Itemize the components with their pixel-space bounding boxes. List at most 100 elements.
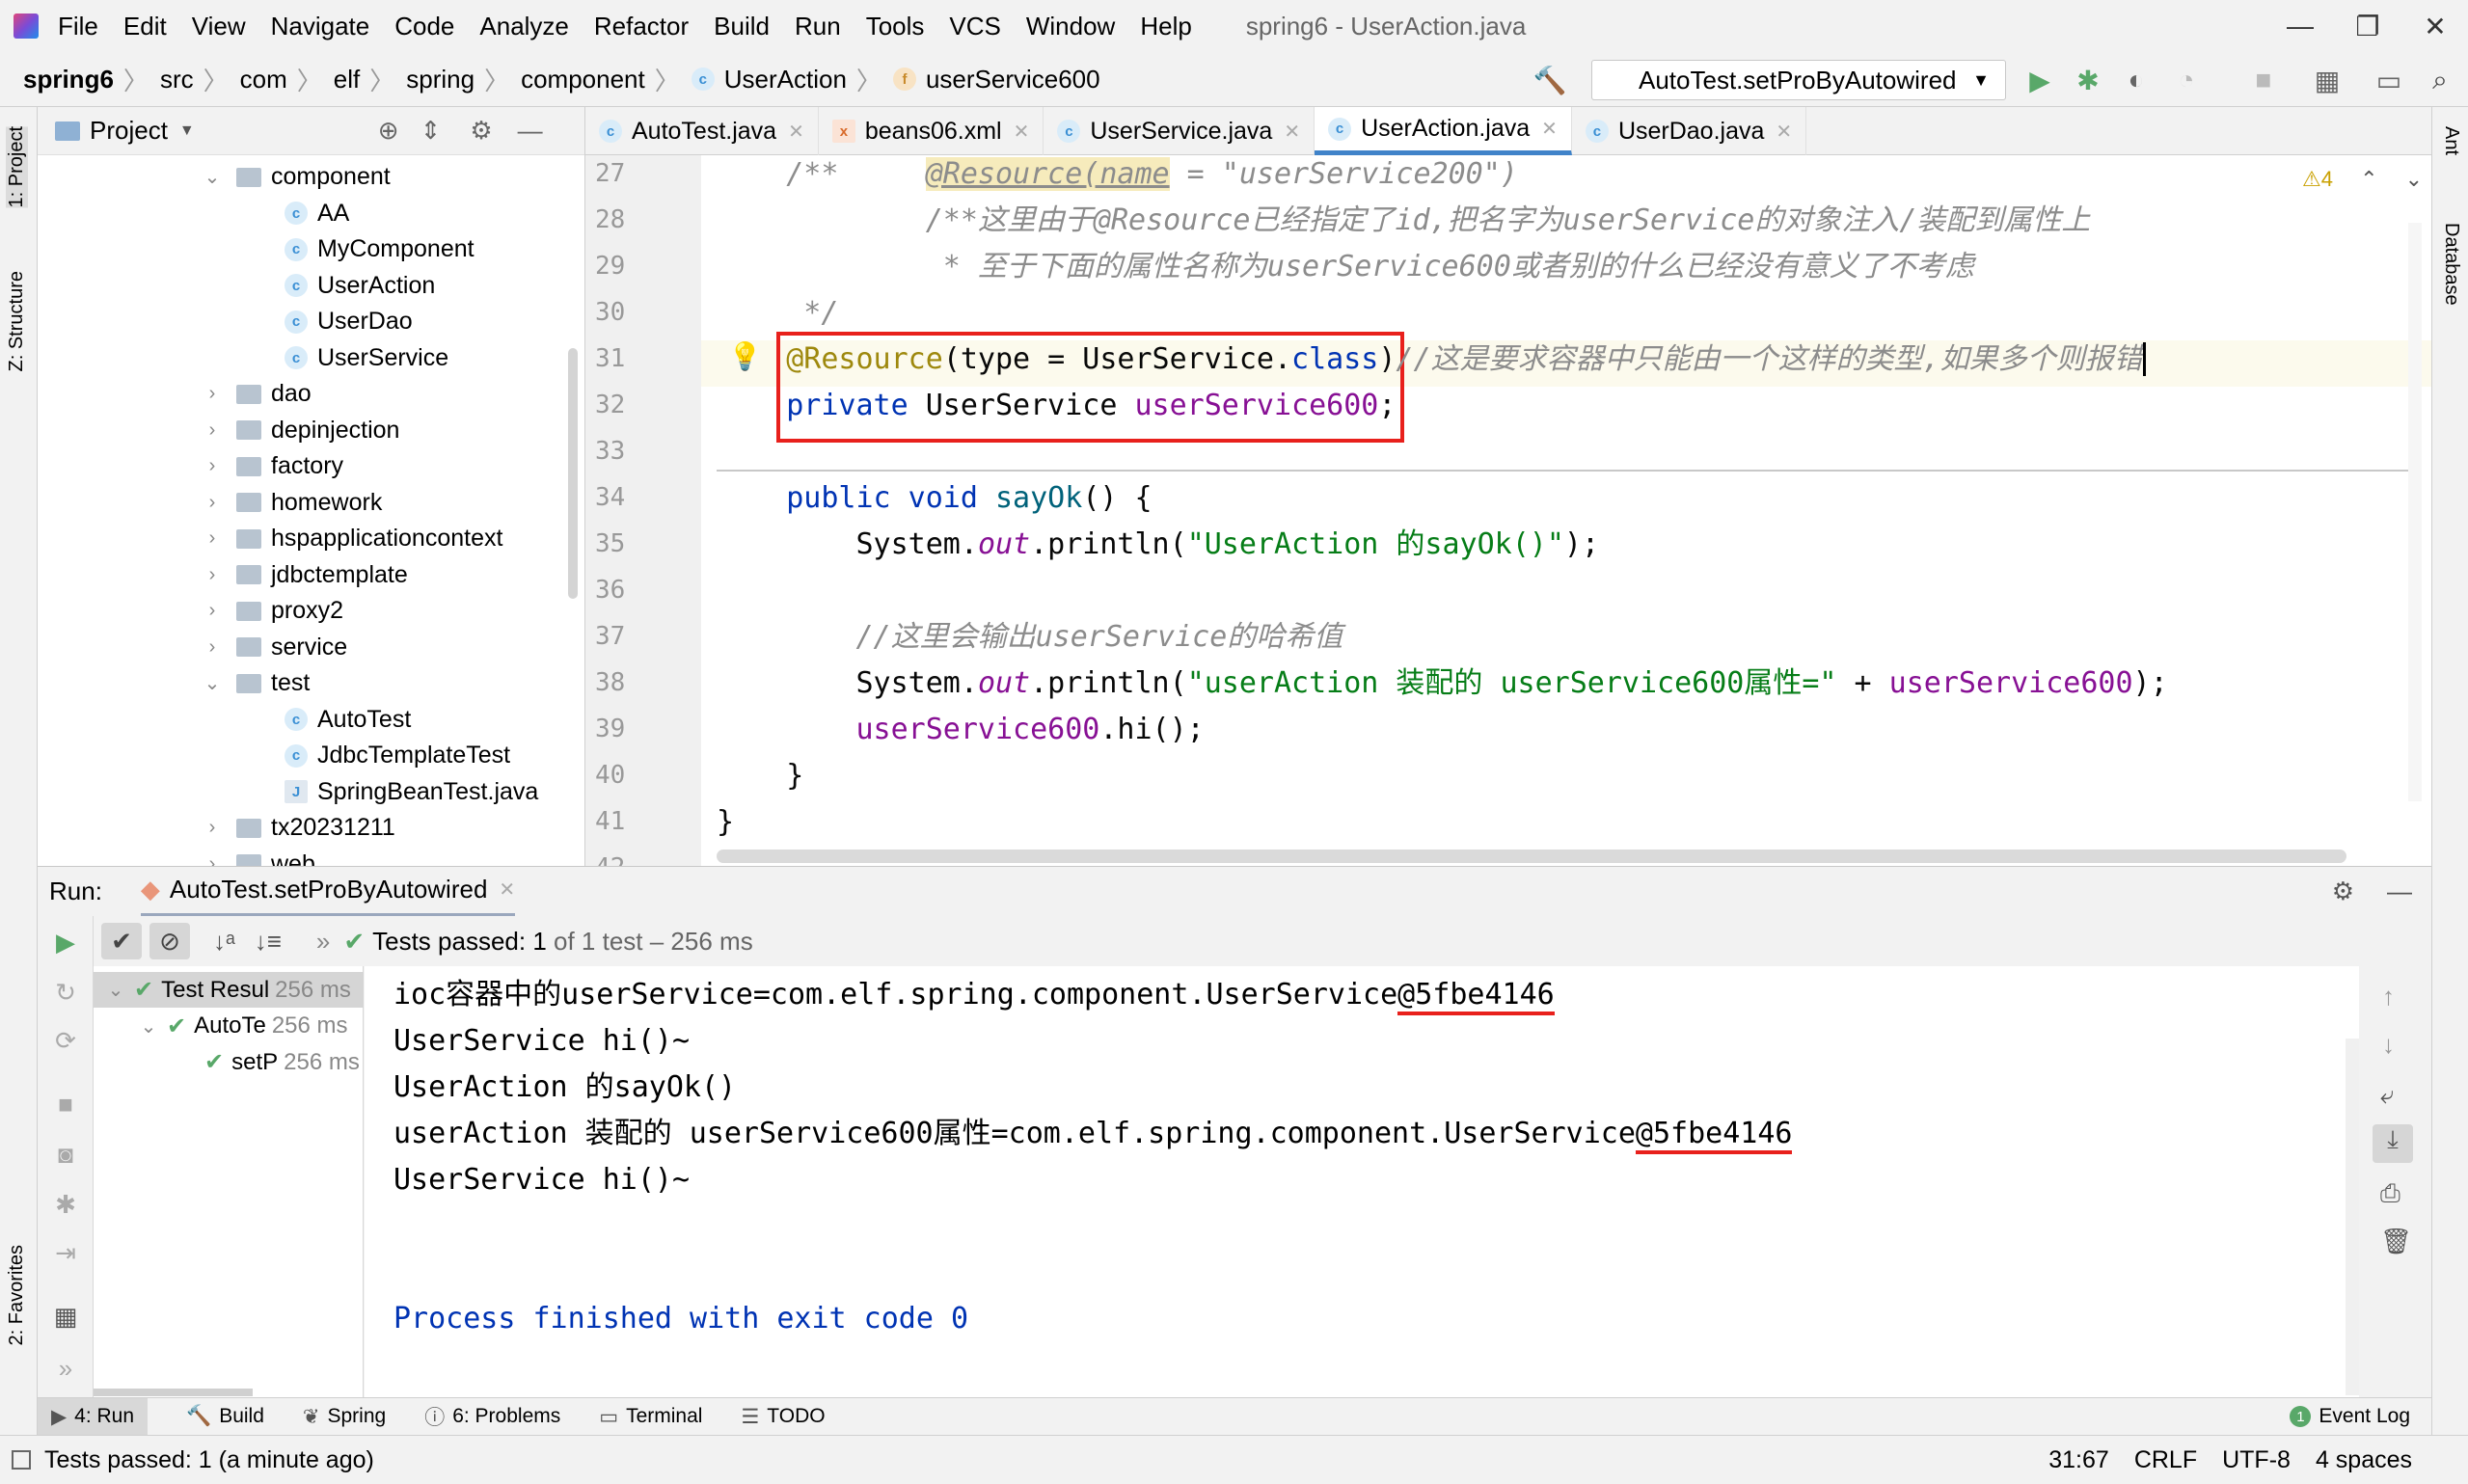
tree-item[interactable]: c AutoTest	[285, 702, 411, 738]
chevron-down-icon[interactable]: ⌄	[202, 165, 223, 189]
rerun-icon[interactable]: ▶	[51, 928, 80, 957]
tree-item[interactable]: J SpringBeanTest.java	[285, 774, 538, 810]
export-icon[interactable]: ⇥	[51, 1238, 80, 1267]
tree-item[interactable]: c MyComponent	[285, 231, 475, 267]
tree-item[interactable]: c AA	[285, 196, 349, 231]
tool-database[interactable]: Database	[2440, 223, 2462, 306]
breadcrumb-component[interactable]: component	[521, 65, 645, 94]
tab-useraction-java[interactable]: c UserAction.java ✕	[1315, 107, 1572, 155]
tab-userdao-java[interactable]: c UserDao.java ✕	[1572, 107, 1807, 155]
menu-help[interactable]: Help	[1140, 12, 1191, 41]
tree-item[interactable]: c UserDao	[285, 304, 413, 339]
chevron-right-icon[interactable]: ›	[202, 636, 223, 659]
tree-item[interactable]: ⌄ component	[202, 159, 391, 195]
horizontal-scrollbar[interactable]	[717, 850, 2346, 863]
test-tree-item[interactable]: ✔ setP 256 ms	[94, 1044, 360, 1080]
close-tab-icon[interactable]: ✕	[1541, 117, 1558, 141]
chevron-right-icon[interactable]: ›	[202, 419, 223, 442]
scroll-to-end-icon[interactable]: ⤓	[2373, 1124, 2413, 1163]
up-arrow-icon[interactable]: ↑	[2382, 982, 2395, 1012]
tree-item[interactable]: › depinjection	[202, 413, 400, 448]
tree-item[interactable]: ⌄ test	[202, 665, 311, 701]
search-icon[interactable]: ⌕	[2424, 64, 2456, 96]
gear-icon[interactable]: ⚙	[2332, 877, 2354, 906]
sort-alphabetically-icon[interactable]: ↓ᵃ	[213, 927, 235, 957]
tree-item[interactable]: › hspapplicationcontext	[202, 521, 503, 556]
tool-spring[interactable]: ❦ Spring	[303, 1405, 386, 1429]
test-tree-scrollbar[interactable]	[94, 1389, 253, 1396]
menu-view[interactable]: View	[192, 12, 246, 41]
menu-edit[interactable]: Edit	[123, 12, 167, 41]
tool-favorites[interactable]: 2: Favorites	[6, 1245, 28, 1345]
chevron-down-icon[interactable]: ⌄	[202, 671, 223, 695]
close-tab-icon[interactable]: ✕	[1014, 120, 1030, 144]
toggle-autotest-icon[interactable]: ⟳	[51, 1026, 80, 1055]
menu-analyze[interactable]: Analyze	[479, 12, 569, 41]
tool-problems[interactable]: ⓘ 6: Problems	[424, 1402, 560, 1431]
menu-navigate[interactable]: Navigate	[271, 12, 370, 41]
chevron-right-icon[interactable]: ›	[202, 455, 223, 477]
close-tab-icon[interactable]: ✕	[1284, 120, 1300, 144]
tab-autotest-java[interactable]: c AutoTest.java ✕	[585, 107, 819, 155]
tab-beans06-xml[interactable]: x beans06.xml ✕	[819, 107, 1044, 155]
collapse-all-icon[interactable]: ⇕	[420, 116, 442, 146]
menu-vcs[interactable]: VCS	[949, 12, 1000, 41]
chevron-right-icon[interactable]: ›	[202, 383, 223, 405]
more-icon[interactable]: »	[51, 1354, 80, 1383]
tree-item[interactable]: › jdbctemplate	[202, 557, 408, 593]
locate-icon[interactable]: ⊕	[378, 116, 399, 146]
rerun-failed-icon[interactable]: ↻	[51, 978, 80, 1007]
stop-icon[interactable]: ■	[51, 1090, 80, 1119]
tool-terminal[interactable]: ▭ Terminal	[599, 1405, 702, 1429]
close-tab-icon[interactable]: ✕	[788, 120, 804, 144]
tool-run[interactable]: ▶ 4: Run	[38, 1398, 149, 1435]
indent-setting[interactable]: 4 spaces	[2316, 1446, 2412, 1474]
previous-highlight-icon[interactable]: ⌃	[2360, 167, 2377, 191]
terminal-icon[interactable]: ▭	[2373, 64, 2405, 96]
warnings-indicator[interactable]: ⚠4 ⌃ ⌄	[2302, 167, 2423, 192]
code-editor[interactable]: 💡 ⚠4 ⌃ ⌄ 27 /** @Resource(name = "userSe…	[585, 155, 2431, 866]
close-window-button[interactable]: ✕	[2401, 0, 2468, 52]
breadcrumb-com[interactable]: com	[240, 65, 287, 94]
print-icon[interactable]: ⎙	[2380, 1178, 2400, 1209]
restore-button[interactable]: ❐	[2334, 0, 2401, 52]
tool-build[interactable]: 🔨 Build	[186, 1405, 264, 1428]
close-tab-icon[interactable]: ✕	[1776, 120, 1792, 144]
menu-build[interactable]: Build	[714, 12, 770, 41]
tree-item[interactable]: c UserService	[285, 340, 448, 376]
pin-icon[interactable]: ✱	[51, 1190, 80, 1219]
chevron-right-icon[interactable]: ›	[202, 564, 223, 586]
file-encoding[interactable]: UTF-8	[2222, 1446, 2291, 1474]
test-tree-item[interactable]: ⌄ ✔ AutoTe 256 ms	[94, 1009, 348, 1044]
hide-icon[interactable]: —	[518, 116, 543, 146]
toggle-tool-windows-icon[interactable]	[12, 1450, 31, 1470]
chevron-right-icon[interactable]: ›	[202, 492, 223, 514]
menu-window[interactable]: Window	[1026, 12, 1115, 41]
test-tree-item[interactable]: ⌄ ✔ Test Resul 256 ms	[94, 972, 364, 1008]
tree-item[interactable]: c JdbcTemplateTest	[285, 738, 510, 773]
chevron-down-icon[interactable]: ⌄	[105, 978, 126, 1002]
build-hammer-icon[interactable]: 🔨	[1533, 64, 1567, 96]
breadcrumb-elf[interactable]: elf	[334, 65, 360, 94]
line-separator[interactable]: CRLF	[2134, 1446, 2197, 1474]
tool-todo[interactable]: ☰ TODO	[741, 1405, 825, 1429]
menu-run[interactable]: Run	[795, 12, 841, 41]
tool-project[interactable]: 1: Project	[6, 126, 28, 208]
minimize-button[interactable]: —	[2266, 0, 2334, 52]
next-highlight-icon[interactable]: ⌄	[2405, 167, 2423, 191]
chevron-right-icon[interactable]: ›	[202, 817, 223, 839]
hide-panel-icon[interactable]: —	[2387, 877, 2412, 906]
camera-icon[interactable]: ◙	[51, 1140, 80, 1169]
console-output[interactable]: ioc容器中的userService=com.elf.spring.compon…	[365, 966, 2359, 1397]
run-icon[interactable]: ▶	[2023, 64, 2056, 96]
stop-icon[interactable]: ■	[2247, 64, 2280, 96]
chevron-down-icon[interactable]: ⌄	[138, 1014, 159, 1039]
down-arrow-icon[interactable]: ↓	[2382, 1030, 2395, 1060]
tree-item[interactable]: › homework	[202, 485, 383, 521]
trash-icon[interactable]: 🗑	[2380, 1227, 2412, 1256]
tree-item[interactable]: › dao	[202, 376, 312, 412]
more-icon[interactable]: »	[316, 927, 330, 957]
project-scrollbar[interactable]	[568, 348, 578, 599]
menu-code[interactable]: Code	[394, 12, 454, 41]
tree-item[interactable]: › proxy2	[202, 593, 343, 629]
